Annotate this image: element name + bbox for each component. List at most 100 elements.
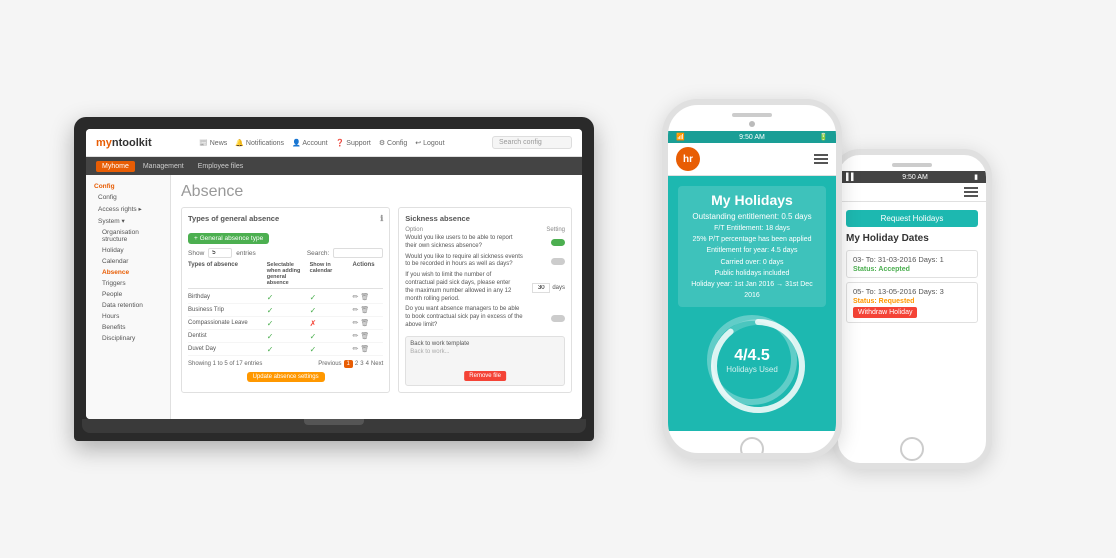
phone-home-button-2[interactable] xyxy=(900,437,924,461)
holiday-entry-1: 03- To: 31-03-2016 Days: 1 Status: Accep… xyxy=(846,250,978,278)
sidebar-item-benefits[interactable]: Benefits xyxy=(86,322,170,333)
page-4[interactable]: 4 xyxy=(366,361,369,367)
sidebar-item-hours[interactable]: Hours xyxy=(86,311,170,322)
holiday-entry-2: 05- To: 13-05-2016 Days: 3 Status: Reque… xyxy=(846,282,978,323)
edit-icon-3[interactable]: ✏ xyxy=(353,319,359,327)
row-type-2: Business Trip xyxy=(188,307,265,313)
edit-icon-4[interactable]: ✏ xyxy=(353,332,359,340)
back-to-work-content: Back to work... xyxy=(410,349,560,355)
sidebar-item-org[interactable]: Organisation structure xyxy=(86,227,170,245)
phone-holidays: 📶 9:50 AM 🔋 hr My Holidays Outstanding e… xyxy=(662,99,842,459)
nav-news[interactable]: 📰 News xyxy=(199,139,227,147)
panel-right-title-text: Sickness absence xyxy=(405,214,470,223)
prev-btn[interactable]: Previous xyxy=(318,361,341,367)
entries-input[interactable] xyxy=(208,248,232,258)
days-label: days xyxy=(552,285,565,291)
nav-myhome[interactable]: Myhome xyxy=(96,161,135,172)
info-icon: ℹ xyxy=(380,214,383,223)
phone-time-1: 9:50 AM xyxy=(739,134,765,141)
phone-screen-2: Request Holidays My Holiday Dates 03- To… xyxy=(838,183,986,431)
sickness-toggle-4[interactable] xyxy=(551,315,565,322)
row-actions-2: ✏ 🗑 xyxy=(353,306,384,314)
phone-navbar-1: hr xyxy=(668,143,836,176)
row-sel-1: ✓ xyxy=(267,293,308,302)
hamburger-menu-1[interactable] xyxy=(814,154,828,164)
delete-icon-2[interactable]: 🗑 xyxy=(360,306,369,314)
nav-logout[interactable]: ↩ Logout xyxy=(415,139,444,147)
sickness-toggle-1[interactable] xyxy=(551,239,565,246)
sidebar-item-people[interactable]: People xyxy=(86,289,170,300)
nav-account[interactable]: 👤 Account xyxy=(292,139,328,147)
phone-time-2: 9:50 AM xyxy=(902,174,928,181)
withdraw-holiday-button[interactable]: Withdraw Holiday xyxy=(853,307,917,318)
option-label: Option xyxy=(405,227,423,233)
showing-label: Showing 1 to 5 of 17 entries xyxy=(188,361,262,367)
delete-icon-1[interactable]: 🗑 xyxy=(360,293,369,301)
stat-1: F/T Entitlement: 18 days xyxy=(684,223,820,234)
holidays-circle: 4/4.5 Holidays Used xyxy=(707,315,797,405)
update-absence-button[interactable]: Update absence settings xyxy=(247,372,325,382)
add-absence-type-button[interactable]: + General absence type xyxy=(188,233,269,244)
sickness-days-input[interactable] xyxy=(532,283,550,293)
page-2[interactable]: 2 xyxy=(355,361,358,367)
panel-controls: Show entries Search: xyxy=(188,248,383,258)
nav-config[interactable]: ⚙ Config xyxy=(379,139,407,147)
delete-icon-3[interactable]: 🗑 xyxy=(360,319,369,327)
phone-home-button-1[interactable] xyxy=(740,437,764,459)
sidebar-item-holiday[interactable]: Holiday xyxy=(86,245,170,256)
nav-notifications[interactable]: 🔔 Notifications xyxy=(235,139,284,147)
top-nav: 📰 News 🔔 Notifications 👤 Account ❓ Suppo… xyxy=(199,139,444,147)
hamburger-menu-2[interactable] xyxy=(964,187,978,197)
sidebar-item-calendar[interactable]: Calendar xyxy=(86,256,170,267)
phone-status-bar-1: 📶 9:50 AM 🔋 xyxy=(668,131,836,143)
sidebar-item-absence[interactable]: Absence xyxy=(86,267,170,278)
row-actions-3: ✏ 🗑 xyxy=(353,319,384,327)
row-type-4: Dentist xyxy=(188,333,265,339)
request-holidays-button[interactable]: Request Holidays xyxy=(846,210,978,227)
sickness-toggle-2[interactable] xyxy=(551,258,565,265)
col-type: Types of absence xyxy=(188,262,265,286)
holiday-dates-2: 05- To: 13-05-2016 Days: 3 xyxy=(853,287,971,296)
sickness-days-input-wrapper: days xyxy=(532,283,565,293)
remove-file-button[interactable]: Remove file xyxy=(464,371,506,381)
page-1[interactable]: 1 xyxy=(344,360,353,368)
sickness-option-2: Would you like to require all sickness e… xyxy=(405,254,565,270)
sidebar-section-config: Config xyxy=(86,181,170,192)
sickness-opt-2-label: Would you like to require all sickness e… xyxy=(405,254,525,270)
sidebar-item-triggers[interactable]: Triggers xyxy=(86,278,170,289)
panel-sickness: Sickness absence Option Setting Would yo… xyxy=(398,207,572,393)
holidays-title: My Holidays xyxy=(684,192,820,208)
row-show-5: ✓ xyxy=(310,345,351,354)
nav-management[interactable]: Management xyxy=(137,161,190,172)
sidebar-item-access[interactable]: Access rights ▸ xyxy=(86,203,170,215)
phone-holiday-dates: ▌▌ 9:50 AM ▮ Request Holidays My Holiday… xyxy=(832,149,992,469)
outstanding-entitlement: Outstanding entitlement: 0.5 days xyxy=(684,212,820,221)
row-show-1: ✓ xyxy=(310,293,351,302)
stat-2: 25% P/T percentage has been applied xyxy=(684,234,820,245)
phone-status-bar-2: ▌▌ 9:50 AM ▮ xyxy=(838,171,986,183)
delete-icon-4[interactable]: 🗑 xyxy=(360,332,369,340)
app-logo: myntoolkit xyxy=(96,137,152,149)
sidebar-item-data-retention[interactable]: Data retention xyxy=(86,300,170,311)
pagination: Showing 1 to 5 of 17 entries Previous 1 … xyxy=(188,360,383,368)
next-btn[interactable]: Next xyxy=(371,361,383,367)
stat-5: Public holidays included xyxy=(684,268,820,279)
sidebar-item-disciplinary[interactable]: Disciplinary xyxy=(86,333,170,344)
edit-icon-2[interactable]: ✏ xyxy=(353,306,359,314)
holiday-dates-1: 03- To: 31-03-2016 Days: 1 xyxy=(853,255,971,264)
sidebar-item-config[interactable]: Config xyxy=(86,192,170,203)
phones-wrapper: 📶 9:50 AM 🔋 hr My Holidays Outstanding e… xyxy=(662,99,1042,459)
edit-icon-1[interactable]: ✏ xyxy=(353,293,359,301)
page-3[interactable]: 3 xyxy=(360,361,363,367)
search-input[interactable]: Search config xyxy=(492,136,572,149)
edit-icon-5[interactable]: ✏ xyxy=(353,345,359,353)
phone-brand-1: hr xyxy=(676,147,700,171)
delete-icon-5[interactable]: 🗑 xyxy=(360,345,369,353)
sidebar-item-system[interactable]: System ▾ xyxy=(86,215,170,227)
table-search-input[interactable] xyxy=(333,248,383,258)
sickness-opt-4-label: Do you want absence managers to be able … xyxy=(405,306,525,329)
battery-icon: 🔋 xyxy=(819,133,828,141)
nav-support[interactable]: ❓ Support xyxy=(336,139,371,147)
row-sel-4: ✓ xyxy=(267,332,308,341)
nav-employee-files[interactable]: Employee files xyxy=(192,161,250,172)
